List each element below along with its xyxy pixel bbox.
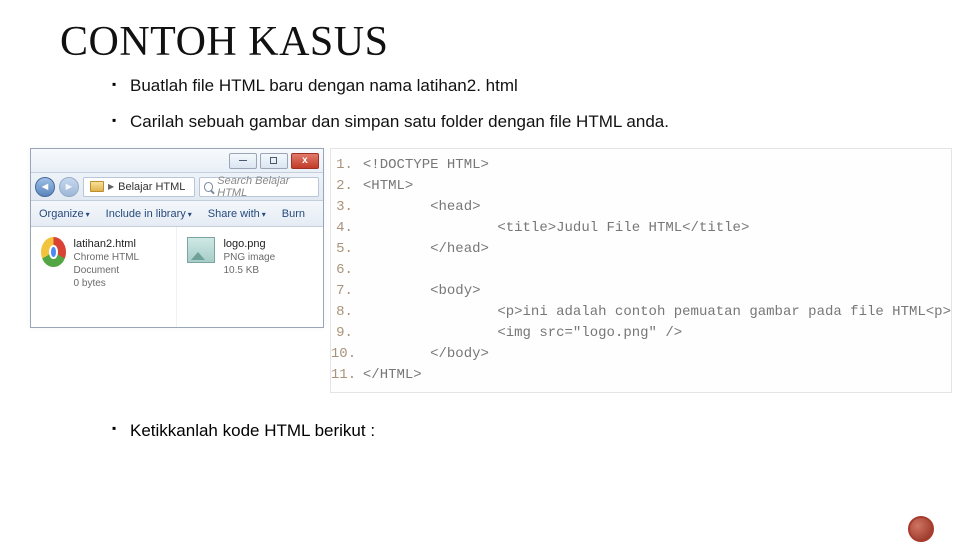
search-placeholder: Search Belajar HTML [217, 175, 314, 199]
line-number: 9. [331, 323, 363, 344]
line-number: 11. [331, 365, 363, 386]
maximize-icon [270, 157, 277, 164]
explorer-toolbar: Organize▾ Include in library▾ Share with… [31, 201, 323, 227]
code-text: <head> [363, 197, 481, 218]
line-number: 10. [331, 344, 363, 365]
code-line: 8. <p>ini adalah contoh pemuatan gambar … [331, 302, 951, 323]
bullet-list: Buatlah file HTML baru dengan nama latih… [72, 76, 960, 132]
file-name: latihan2.html [74, 237, 167, 251]
close-button[interactable]: x [291, 153, 319, 169]
explorer-window: x ◄ ► ▶ Belajar HTML Search Belajar HTML… [30, 148, 324, 328]
code-text: <HTML> [363, 176, 413, 197]
toolbar-burn[interactable]: Burn [282, 208, 305, 220]
minimize-button[interactable] [229, 153, 257, 169]
decorative-circle-icon [908, 516, 934, 542]
code-text: </body> [363, 344, 489, 365]
file-type: PNG image [223, 251, 275, 264]
toolbar-include[interactable]: Include in library▾ [106, 208, 192, 220]
code-text: <!DOCTYPE HTML> [363, 155, 489, 176]
code-line: 6. [331, 260, 951, 281]
code-text: <img src="logo.png" /> [363, 323, 682, 344]
file-item-png[interactable]: logo.png PNG image 10.5 KB [177, 227, 322, 327]
maximize-button[interactable] [260, 153, 288, 169]
line-number: 6. [331, 260, 363, 281]
toolbar-share[interactable]: Share with▾ [208, 208, 266, 220]
code-line: 11.</HTML> [331, 365, 951, 386]
line-number: 1. [331, 155, 363, 176]
code-text: <title>Judul File HTML</title> [363, 218, 749, 239]
file-type: Chrome HTML Document [74, 251, 167, 277]
line-number: 7. [331, 281, 363, 302]
search-icon [204, 182, 213, 192]
breadcrumb[interactable]: ▶ Belajar HTML [83, 177, 195, 197]
code-text: </HTML> [363, 365, 422, 386]
bullet-item-3: Ketikkanlah kode HTML berikut : [112, 421, 960, 441]
code-line: 9. <img src="logo.png" /> [331, 323, 951, 344]
code-editor: 1.<!DOCTYPE HTML>2.<HTML>3. <head>4. <ti… [330, 148, 952, 393]
line-number: 8. [331, 302, 363, 323]
line-number: 2. [331, 176, 363, 197]
code-text: <p>ini adalah contoh pemuatan gambar pad… [363, 302, 951, 323]
code-line: 2.<HTML> [331, 176, 951, 197]
slide-title: CONTOH KASUS [60, 18, 960, 66]
code-line: 7. <body> [331, 281, 951, 302]
nav-forward-button[interactable]: ► [59, 177, 79, 197]
file-size: 10.5 KB [223, 264, 275, 277]
code-line: 5. </head> [331, 239, 951, 260]
search-input[interactable]: Search Belajar HTML [199, 177, 319, 197]
code-line: 3. <head> [331, 197, 951, 218]
file-name: logo.png [223, 237, 275, 251]
code-text: </head> [363, 239, 489, 260]
line-number: 5. [331, 239, 363, 260]
folder-icon [90, 181, 104, 192]
bullet-item-2: Carilah sebuah gambar dan simpan satu fo… [112, 112, 960, 132]
minimize-icon [239, 160, 247, 161]
window-titlebar: x [31, 149, 323, 173]
address-bar: ◄ ► ▶ Belajar HTML Search Belajar HTML [31, 173, 323, 201]
code-line: 4. <title>Judul File HTML</title> [331, 218, 951, 239]
line-number: 4. [331, 218, 363, 239]
code-line: 1.<!DOCTYPE HTML> [331, 155, 951, 176]
bullet-list-2: Ketikkanlah kode HTML berikut : [72, 421, 960, 441]
bullet-item-1: Buatlah file HTML baru dengan nama latih… [112, 76, 960, 96]
line-number: 3. [331, 197, 363, 218]
file-pane: latihan2.html Chrome HTML Document 0 byt… [31, 227, 323, 327]
toolbar-organize[interactable]: Organize▾ [39, 208, 90, 220]
breadcrumb-folder: Belajar HTML [118, 181, 185, 193]
close-icon: x [302, 155, 308, 166]
breadcrumb-chevron: ▶ [108, 182, 114, 191]
file-item-html[interactable]: latihan2.html Chrome HTML Document 0 byt… [31, 227, 177, 327]
image-icon [187, 237, 215, 263]
code-text: <body> [363, 281, 481, 302]
chrome-icon [41, 237, 66, 267]
nav-back-button[interactable]: ◄ [35, 177, 55, 197]
file-size: 0 bytes [74, 277, 167, 290]
code-line: 10. </body> [331, 344, 951, 365]
